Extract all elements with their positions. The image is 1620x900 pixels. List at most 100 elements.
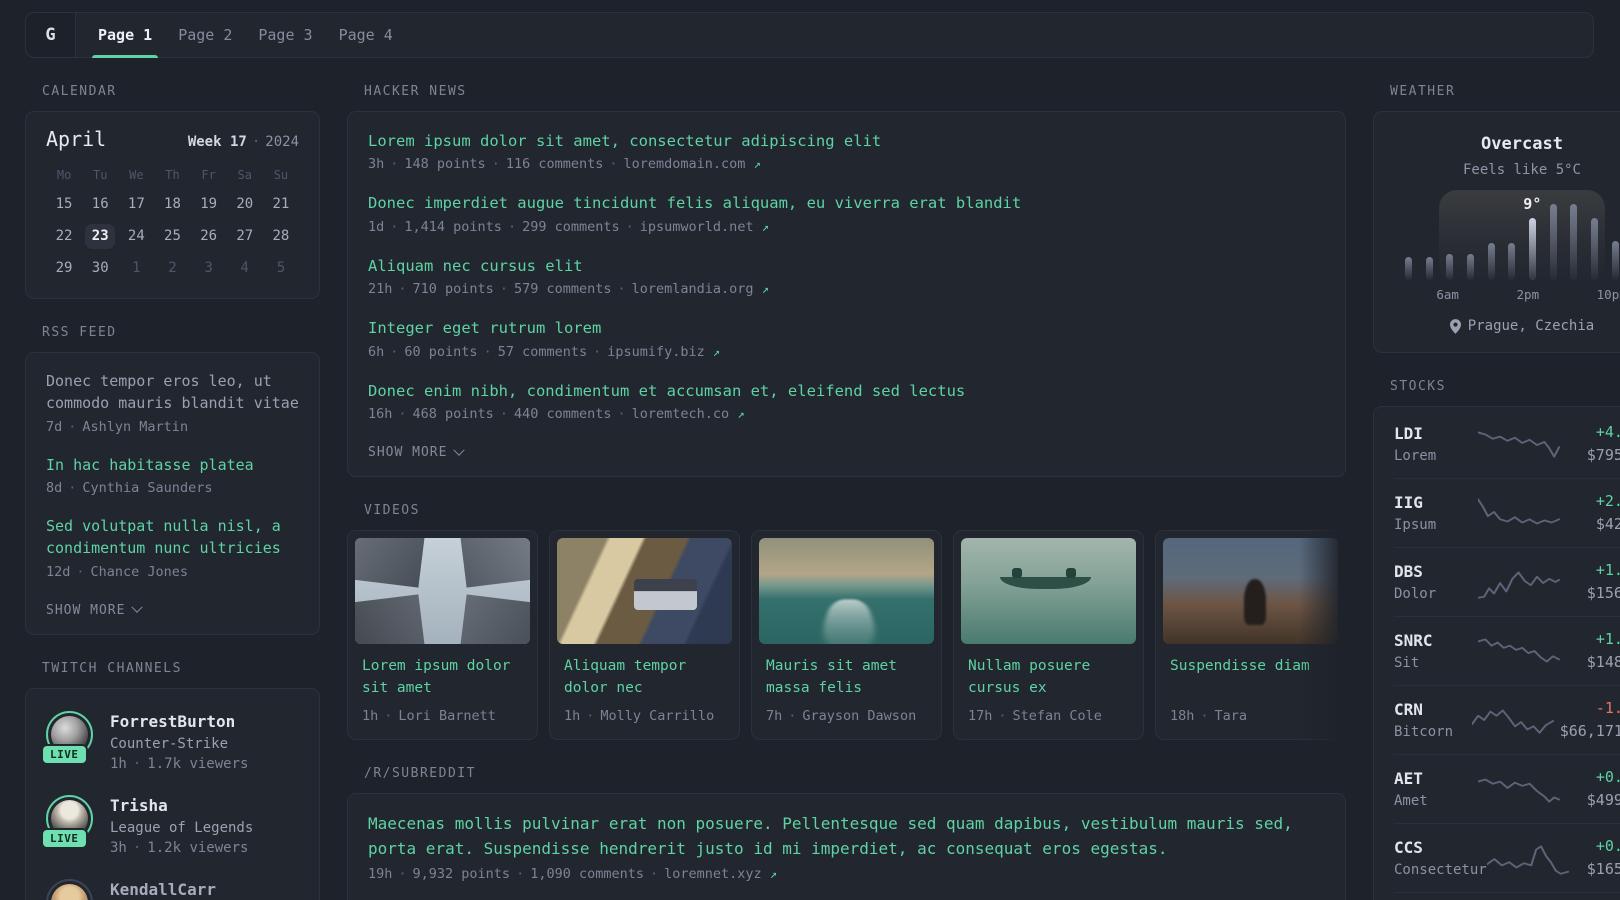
weather-hour-label [1558, 287, 1577, 302]
videos-section-label: VIDEOS [364, 503, 420, 519]
hackernews-item-title[interactable]: Lorem ipsum dolor sit amet, consectetur … [368, 130, 1325, 152]
video-card[interactable]: Mauris sit amet massa felis 7h · Grayson Da… [751, 530, 942, 741]
dot-separator: · [398, 865, 407, 882]
calendar-day[interactable]: 17 [121, 192, 151, 217]
calendar-day[interactable]: 19 [194, 192, 224, 217]
hackernews-item-title[interactable]: Donec imperdiet augue tincidunt felis al… [368, 192, 1325, 214]
column-left: CALENDAR April Week 17 · 2024 Mo Tu We Th Fr Sa… [25, 84, 320, 900]
item-domain-link[interactable]: loremlandia.org ↗ [632, 281, 769, 297]
dot-separator: · [491, 156, 500, 173]
stock-name: Ipsum [1394, 516, 1437, 533]
item-domain-link[interactable]: ipsumify.biz ↗ [607, 344, 720, 360]
hackernews-item-title[interactable]: Integer eget rutrum lorem [368, 317, 1325, 339]
weather-location[interactable]: Prague, Czechia [1396, 318, 1620, 334]
calendar-weekday: Th [165, 168, 180, 182]
calendar-day[interactable]: 26 [194, 224, 224, 249]
calendar-day[interactable]: 3 [194, 256, 224, 281]
rss-item-title[interactable]: Sed volutpat nulla nisl, a condimentum n… [46, 516, 299, 560]
stock-row[interactable]: LDI Lorem +4.35% $795.18 [1394, 410, 1620, 478]
calendar-day[interactable]: 30 [85, 256, 115, 281]
calendar-day[interactable]: 18 [157, 192, 187, 217]
calendar-day[interactable]: 15 [49, 192, 79, 217]
calendar-day[interactable]: 25 [157, 224, 187, 249]
stock-row[interactable]: CCS Consectetur +0.51% $165.84 [1394, 823, 1620, 892]
stock-row[interactable]: SNRC Sit +1.36% $148.64 [1394, 616, 1620, 685]
video-card[interactable]: Nullam posuere cursus ex 17h · Stefan Cole [953, 530, 1144, 741]
dot-separator: · [132, 755, 142, 772]
live-badge: LIVE [41, 827, 88, 849]
meta-part: 1h [110, 755, 127, 772]
dot-separator: · [132, 839, 142, 856]
hackernews-card: Lorem ipsum dolor sit amet, consectetur … [347, 111, 1346, 478]
stock-name: Dolor [1394, 585, 1437, 602]
stock-row[interactable]: DBS Dolor +1.42% $156.28 [1394, 547, 1620, 616]
video-title[interactable]: Nullam posuere cursus ex [968, 656, 1129, 700]
calendar-day[interactable]: 20 [230, 192, 260, 217]
calendar-weekday: Sa [237, 168, 252, 182]
hackernews-show-more-button[interactable]: SHOW MORE [368, 444, 466, 460]
meta-part: Grayson Dawson [802, 708, 917, 725]
hackernews-item: Donec enim nibh, condimentum et accumsan… [368, 380, 1325, 422]
twitch-channel-game: Counter-Strike [110, 735, 229, 752]
hackernews-item-title[interactable]: Aliquam nec cursus elit [368, 255, 1325, 277]
item-domain-link[interactable]: loremdomain.com ↗ [624, 156, 761, 172]
weather-condition: Overcast [1481, 134, 1563, 154]
calendar-day[interactable]: 16 [85, 192, 115, 217]
hackernews-item: Aliquam nec cursus elit 21h · 710 points · 57… [368, 255, 1325, 297]
stock-values: +0.92% $499.72 [1566, 768, 1620, 809]
twitch-channel-row[interactable]: LIVE Trisha League of Legends 3h · 1.2k viewe… [41, 794, 299, 856]
calendar-day[interactable]: 5 [266, 256, 296, 281]
twitch-channel-row[interactable]: LIVE ForrestBurton Counter-Strike 1h · 1.7k v… [41, 710, 299, 772]
app-logo[interactable]: G [26, 13, 76, 57]
tab-page-2[interactable]: Page 2 [165, 13, 245, 57]
hackernews-item-title[interactable]: Donec enim nibh, condimentum et accumsan… [368, 380, 1325, 402]
weather-bar [1446, 254, 1454, 280]
calendar-day[interactable]: 2 [157, 256, 187, 281]
stock-row[interactable]: CRN Bitcorn -1.00% $66,171.48 [1394, 685, 1620, 754]
subreddit-post-title[interactable]: Maecenas mollis pulvinar erat non posuer… [368, 812, 1325, 862]
calendar-day[interactable]: 28 [266, 224, 296, 249]
dot-separator: · [390, 218, 399, 235]
item-domain-link[interactable]: loremtech.co ↗ [632, 406, 745, 422]
stock-price: $499.72 [1586, 791, 1620, 809]
video-title[interactable]: Aliquam tempor dolor nec pharetra… [564, 656, 725, 700]
video-card[interactable]: Lorem ipsum dolor sit amet consectetu… 1h… [347, 530, 538, 741]
twitch-channel-game: League of Legends [110, 819, 254, 836]
rss-show-more-button[interactable]: SHOW MORE [46, 601, 144, 618]
calendar-day[interactable]: 21 [266, 192, 296, 217]
calendar-day[interactable]: 1 [121, 256, 151, 281]
calendar-day[interactable]: 29 [49, 256, 79, 281]
meta-part: 1h [564, 708, 581, 725]
calendar-day[interactable]: 4 [230, 256, 260, 281]
calendar-month: April [46, 127, 107, 151]
rss-item-title[interactable]: In hac habitasse platea [46, 455, 299, 477]
calendar-day[interactable]: 24 [121, 224, 151, 249]
dot-separator: · [251, 134, 261, 150]
rss-item-title[interactable]: Donec tempor eros leo, ut commodo mauris… [46, 371, 299, 415]
stock-sparkline [1478, 497, 1561, 524]
dot-separator: · [398, 406, 407, 423]
calendar-day[interactable]: 22 [49, 224, 79, 249]
stock-row[interactable]: AHS+0.46% [1394, 892, 1620, 900]
meta-part: 299 comments [522, 218, 620, 235]
twitch-channel-name: ForrestBurton [110, 711, 236, 731]
video-title[interactable]: Lorem ipsum dolor sit amet consectetu… [362, 656, 523, 700]
thumb-shape [1243, 578, 1267, 626]
video-title[interactable]: Mauris sit amet massa felis [766, 656, 927, 700]
twitch-channel-row[interactable]: KendallCarr [46, 878, 299, 900]
video-card[interactable]: Suspendisse diam 18h · Tara [1155, 530, 1346, 741]
meta-part: Tara [1214, 708, 1248, 725]
calendar-day[interactable]: 27 [230, 224, 260, 249]
video-title[interactable]: Suspendisse diam [1170, 656, 1331, 700]
tab-page-4[interactable]: Page 4 [326, 13, 406, 57]
item-domain-link[interactable]: ipsumworld.net ↗ [640, 219, 769, 235]
tab-page-3[interactable]: Page 3 [245, 13, 325, 57]
stock-row[interactable]: IIG Ipsum +2.84% $42.04 [1394, 478, 1620, 547]
video-card[interactable]: Aliquam tempor dolor nec pharetra… 1h · Mol… [549, 530, 740, 741]
dot-separator: · [384, 708, 393, 725]
stock-row[interactable]: AET Amet +0.92% $499.72 [1394, 754, 1620, 823]
item-domain-link[interactable]: loremnet.xyz ↗ [664, 866, 777, 882]
calendar-day[interactable]: 23 [85, 224, 116, 249]
tab-page-1[interactable]: Page 1 [85, 13, 165, 58]
weather-hour-label [1539, 287, 1558, 302]
